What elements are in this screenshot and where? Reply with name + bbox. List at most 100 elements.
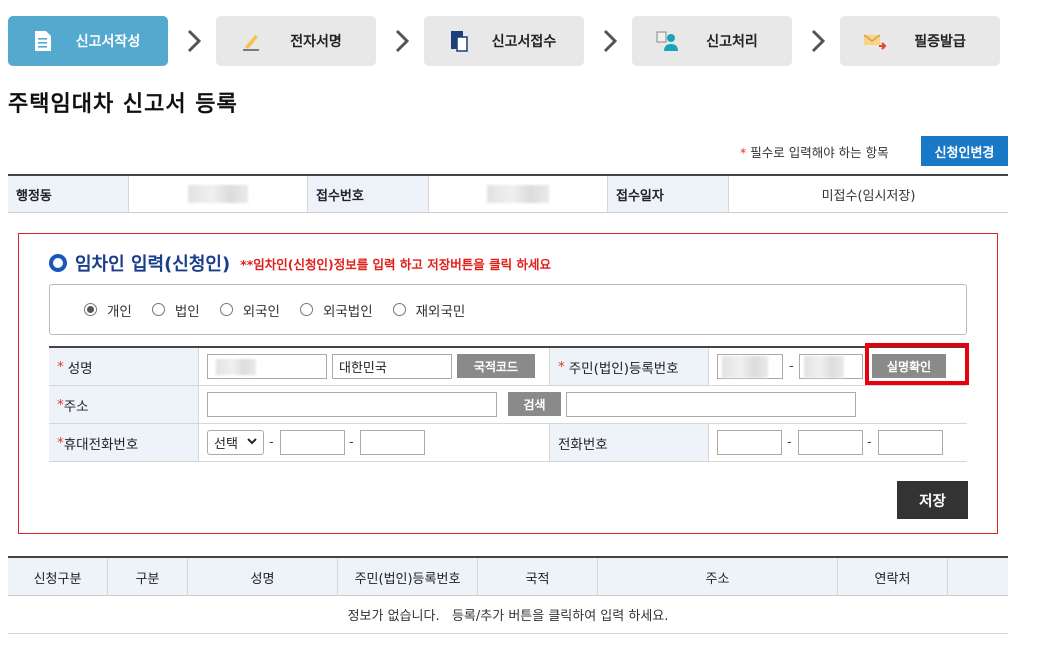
radio-corporation[interactable]: 법인 [151, 300, 200, 320]
step-report-processing: 신고처리 [632, 16, 792, 66]
form-row-phone: * 휴대전화번호 선택 - - 전화번호 - - [49, 424, 967, 462]
radio-label: 법인 [174, 303, 200, 320]
required-star: * [57, 358, 64, 375]
step-write-report: 신고서작성 [8, 16, 168, 66]
pen-icon [238, 28, 264, 54]
phone-prefix-input[interactable] [717, 430, 782, 455]
radio-button[interactable] [84, 303, 97, 316]
section-title: 임차인 입력(신청인) **임차인(신청인)정보를 입력 하고 저장버튼을 클릭… [49, 250, 551, 276]
name-input[interactable] [207, 354, 327, 379]
radio-label: 외국법인 [322, 303, 373, 320]
resident-no-back-input[interactable] [799, 354, 863, 379]
column-header: 구분 [108, 558, 188, 596]
mobile-last-input[interactable] [360, 430, 425, 455]
name-label-text: 성명 [67, 360, 93, 377]
redacted-value [722, 355, 768, 378]
section-title-text: 임차인 입력(신청인) [75, 254, 231, 275]
radio-label: 외국인 [242, 303, 280, 320]
applicant-section: 임차인 입력(신청인) **임차인(신청인)정보를 입력 하고 저장버튼을 클릭… [18, 233, 998, 534]
step-label: 필증발급 [914, 34, 966, 50]
radio-button[interactable] [299, 303, 313, 316]
step-label: 전자서명 [290, 34, 342, 50]
admin-dong-value [129, 176, 308, 212]
table-header: 신청구분 구분 성명 주민(법인)등록번호 국적 주소 연락처 [8, 558, 1008, 596]
column-header: 신청구분 [8, 558, 108, 596]
radio-button[interactable] [151, 303, 165, 316]
step-label: 신고처리 [706, 34, 758, 50]
section-hint: **임차인(신청인)정보를 입력 하고 저장버튼을 클릭 하세요 [240, 256, 551, 272]
step-label: 신고서작성 [75, 34, 141, 50]
address-search-button[interactable]: 검색 [508, 392, 561, 416]
person-process-icon [654, 28, 680, 54]
address-label: * 주소 [49, 386, 199, 423]
page-title: 주택임대차 신고서 등록 [8, 92, 238, 117]
file-receive-icon [446, 28, 472, 54]
radio-button[interactable] [392, 303, 406, 316]
resident-no-front-input[interactable] [717, 354, 783, 379]
required-note: * 필수로 입력해야 하는 항목 [740, 142, 889, 161]
country-code-button[interactable]: 국적코드 [457, 354, 535, 378]
radio-individual[interactable]: 개인 [84, 300, 132, 320]
applicant-form: * 성명 대한민국 국적코드 * 주민(법인)등록번호 - 실명확인 * 주소 … [49, 343, 969, 462]
admin-dong-label: 행정동 [8, 176, 129, 212]
select-value: 선택 [214, 437, 238, 452]
receipt-date-label: 접수일자 [608, 176, 729, 212]
name-label: * 성명 [49, 348, 199, 385]
phone-last-input[interactable] [878, 430, 943, 455]
progress-steps: 신고서작성 전자서명 신고서접수 신고처리 필증발급 [8, 16, 1000, 66]
mobile-label-text: 휴대전화번호 [63, 436, 139, 453]
column-header: 성명 [188, 558, 338, 596]
step-label: 신고서접수 [491, 34, 557, 50]
applicant-list-table: 신청구분 구분 성명 주민(법인)등록번호 국적 주소 연락처 정보가 없습니다… [8, 556, 1008, 634]
redacted-value [216, 358, 256, 375]
chevron-right-icon [794, 16, 842, 66]
phone-label: 전화번호 [549, 424, 709, 461]
radio-label: 개인 [107, 303, 132, 320]
dash-separator: - [349, 435, 354, 450]
chevron-down-icon [247, 435, 257, 450]
save-button[interactable]: 저장 [897, 481, 968, 519]
column-header: 국적 [478, 558, 598, 596]
circle-bullet-icon [49, 254, 67, 272]
column-header: 주민(법인)등록번호 [338, 558, 478, 596]
applicant-type-group: 개인 법인 외국인 외국법인 재외국민 [49, 284, 967, 335]
nationality-field[interactable]: 대한민국 [332, 354, 452, 379]
radio-button[interactable] [219, 303, 233, 316]
step-report-receipt: 신고서접수 [424, 16, 584, 66]
radio-foreign-corporation[interactable]: 외국법인 [299, 300, 373, 320]
address-input[interactable] [207, 392, 497, 417]
redacted-value [188, 185, 248, 203]
required-note-text: 필수로 입력해야 하는 항목 [750, 145, 889, 160]
report-info-table: 행정동 접수번호 접수일자 미접수(임시저장) [8, 174, 1008, 213]
column-header: 주소 [598, 558, 838, 596]
form-row-address: * 주소 검색 [49, 386, 967, 424]
highlight-box [865, 343, 969, 385]
column-header: 연락처 [838, 558, 948, 596]
required-star: * [57, 434, 64, 451]
dash-separator: - [867, 435, 872, 450]
redacted-value [804, 355, 844, 378]
radio-foreigner[interactable]: 외국인 [219, 300, 280, 320]
address-detail-input[interactable] [566, 392, 856, 417]
empty-message: 정보가 없습니다. 등록/추가 버튼을 클릭하여 입력 하세요. [8, 596, 1008, 634]
dash-separator: - [789, 359, 794, 374]
resident-no-label: * 주민(법인)등록번호 [549, 348, 709, 385]
change-applicant-button[interactable]: 신청인변경 [921, 136, 1008, 166]
mobile-label: * 휴대전화번호 [49, 424, 199, 461]
chevron-right-icon [586, 16, 634, 66]
required-star: * [740, 145, 747, 160]
receipt-date-value: 미접수(임시저장) [821, 188, 916, 204]
required-star: * [57, 396, 64, 413]
receipt-no-value [429, 176, 608, 212]
radio-overseas-korean[interactable]: 재외국민 [392, 300, 466, 320]
document-icon [30, 28, 56, 54]
receipt-no-label: 접수번호 [308, 176, 429, 212]
radio-label: 재외국민 [415, 303, 466, 320]
phone-middle-input[interactable] [798, 430, 863, 455]
dash-separator: - [269, 435, 274, 450]
resident-no-label-text: 주민(법인)등록번호 [568, 360, 679, 377]
step-e-signature: 전자서명 [216, 16, 376, 66]
required-star: * [558, 358, 565, 375]
mobile-prefix-select[interactable]: 선택 [207, 430, 264, 455]
mobile-middle-input[interactable] [280, 430, 345, 455]
